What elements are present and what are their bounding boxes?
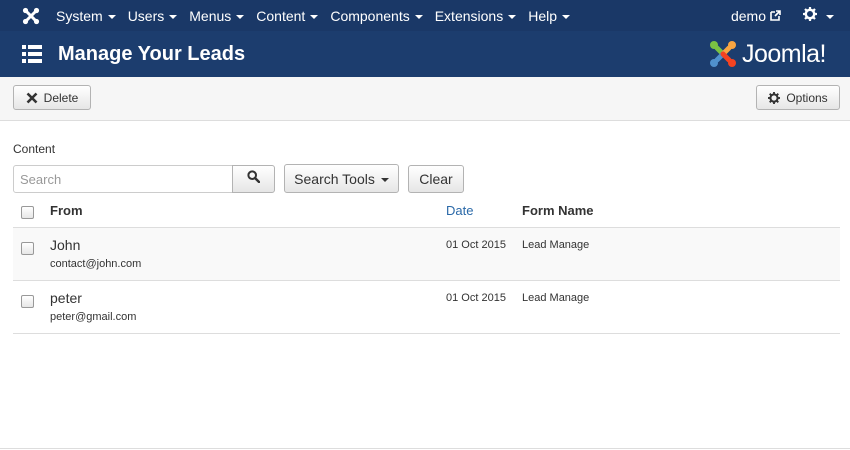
topnav-right: demo [731, 7, 834, 24]
footer-divider [0, 448, 850, 449]
lead-date: 01 Oct 2015 [446, 292, 506, 304]
menu-label: Content [256, 7, 306, 24]
menu-label: System [56, 7, 103, 24]
clear-label: Clear [419, 171, 453, 187]
caret-down-icon [236, 14, 245, 19]
search-tools-label: Search Tools [294, 170, 375, 187]
menu-system[interactable]: System [56, 8, 116, 24]
list-icon [22, 45, 42, 63]
site-link[interactable]: demo [731, 8, 781, 24]
search-button[interactable] [232, 165, 275, 193]
caret-down-icon [107, 14, 116, 19]
lead-date: 01 Oct 2015 [446, 239, 506, 251]
delete-icon [26, 92, 38, 104]
toolbar: Delete Options [0, 77, 850, 121]
search-tools-button[interactable]: Search Tools [284, 164, 399, 193]
caret-down-icon [380, 177, 389, 182]
caret-down-icon [310, 14, 319, 19]
lead-name: peter [50, 290, 82, 306]
caret-down-icon [169, 14, 178, 19]
delete-label: Delete [43, 90, 79, 105]
lead-form-name: Lead Manage [522, 239, 590, 251]
lead-name: John [50, 237, 81, 253]
table-row: peter peter@gmail.com 01 Oct 2015 Lead M… [13, 281, 840, 334]
menu-help[interactable]: Help [528, 8, 570, 24]
row-checkbox[interactable] [21, 295, 34, 308]
search-input[interactable] [13, 165, 233, 193]
delete-button[interactable]: Delete [13, 85, 91, 110]
menu-components[interactable]: Components [330, 7, 423, 24]
settings-menu[interactable] [803, 7, 834, 24]
table-row: John contact@john.com 01 Oct 2015 Lead M… [13, 228, 840, 281]
joomla-logo-icon [709, 41, 736, 67]
logo-text: Joomla! [741, 39, 827, 68]
menu-content[interactable]: Content [256, 7, 319, 24]
gear-icon [768, 91, 781, 104]
caret-down-icon [826, 14, 834, 19]
column-form-name: Form Name [522, 203, 594, 218]
column-from: From [50, 203, 83, 218]
gear-icon [803, 7, 817, 24]
menu-label: Menus [189, 7, 232, 24]
caret-down-icon [562, 14, 570, 19]
lead-email: contact@john.com [50, 258, 142, 270]
menu-label: Help [528, 7, 557, 24]
menu-extensions[interactable]: Extensions [434, 7, 517, 24]
options-button[interactable]: Options [756, 85, 840, 110]
caret-down-icon [414, 14, 423, 19]
menu-users[interactable]: Users [128, 8, 178, 24]
table-header: From Date Form Name [13, 198, 840, 228]
options-label: Options [786, 90, 828, 105]
select-all-checkbox[interactable] [21, 206, 34, 219]
clear-button[interactable]: Clear [408, 165, 464, 193]
lead-form-name: Lead Manage [522, 292, 590, 304]
user-name: demo [730, 7, 766, 24]
leads-table: From Date Form Name John contact@john.co… [13, 198, 840, 334]
page-header: Manage Your Leads Joomla! [0, 31, 850, 77]
top-navbar: System Users Menus Content Components Ex… [0, 0, 850, 31]
joomla-logo: Joomla! [708, 39, 827, 69]
filter-label: Content [13, 142, 56, 156]
row-checkbox[interactable] [21, 242, 34, 255]
caret-down-icon [508, 14, 517, 19]
menu-label: Users [127, 7, 165, 24]
menu-label: Components [330, 7, 410, 24]
column-date-sort[interactable]: Date [446, 203, 473, 218]
joomla-icon[interactable] [20, 5, 42, 27]
search-icon [247, 170, 261, 188]
external-link-icon [770, 8, 781, 24]
page-title: Manage Your Leads [58, 42, 246, 65]
lead-email: peter@gmail.com [50, 311, 137, 323]
menu-label: Extensions [434, 7, 504, 24]
menu-menus[interactable]: Menus [189, 7, 245, 24]
